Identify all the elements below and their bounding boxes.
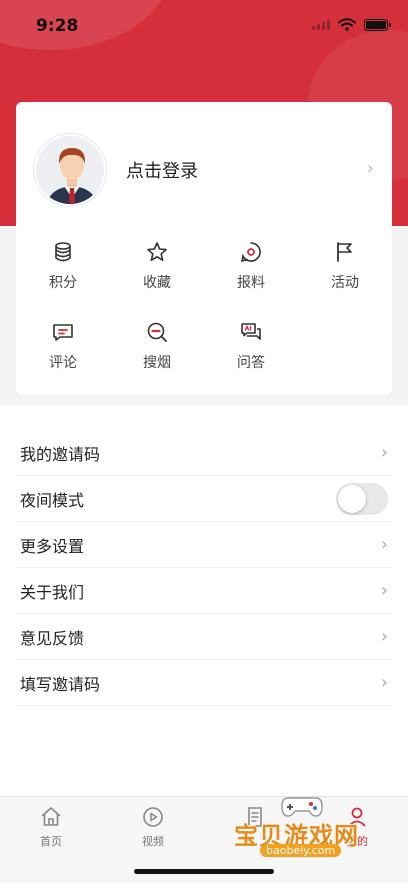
database-icon (55, 242, 71, 262)
login-row[interactable]: 点击登录 › (34, 132, 374, 208)
list-item-my-invite-code[interactable]: 我的邀请码 › (16, 430, 392, 476)
chevron-right-icon: › (380, 534, 388, 555)
play-icon (143, 807, 163, 827)
chevron-right-icon: › (380, 442, 388, 463)
list-item-label: 意见反馈 (20, 628, 85, 648)
grid-item-comments[interactable]: 评论 (16, 316, 110, 396)
login-label[interactable]: 点击登录 (126, 157, 198, 183)
list-item-label: 更多设置 (20, 536, 85, 556)
list-item-label: 填写邀请码 (20, 674, 101, 694)
grid-label: 收藏 (143, 275, 171, 291)
toggle-knob (338, 484, 366, 513)
chevron-right-icon: › (380, 626, 388, 647)
list-item-night-mode: 夜间模式 (16, 476, 392, 522)
comment-icon (53, 324, 73, 341)
grid-label: 问答 (237, 355, 265, 371)
settings-section: 我的邀请码 › 夜间模式 更多设置 › 关于我们 › 意见反馈 › 填写邀请码 … (0, 406, 408, 796)
home-indicator (134, 869, 274, 874)
watermark-url: baobeiy.com (260, 844, 342, 857)
battery-icon (364, 18, 391, 31)
status-indicators (312, 18, 391, 31)
grid-label: 搜烟 (143, 355, 171, 371)
grid-item-points[interactable]: 积分 (16, 236, 110, 316)
grid-item-activity[interactable]: 活动 (298, 236, 392, 316)
grid-label: 积分 (49, 275, 77, 291)
grid-item-report[interactable]: 报料 (204, 236, 298, 316)
cellular-signal-icon (312, 19, 330, 30)
status-time: 9:28 (36, 16, 79, 36)
watermark: 宝贝游戏网 baobeiy.com (232, 792, 382, 862)
grid-label: 报料 (237, 275, 265, 291)
feature-row: 积分 收藏 报料 活动 (16, 236, 392, 316)
user-avatar-icon (36, 136, 104, 204)
wifi-icon (338, 18, 356, 31)
star-icon (147, 242, 167, 261)
grid-label: 评论 (49, 355, 77, 371)
flag-icon (337, 242, 352, 262)
grid-item-search[interactable]: 搜烟 (110, 316, 204, 396)
qa-icon (241, 323, 261, 340)
chevron-right-icon: › (380, 672, 388, 693)
home-icon (41, 807, 61, 826)
feature-grid: 积分 收藏 报料 活动 评论 搜烟 问答 (16, 236, 392, 396)
list-item-about-us[interactable]: 关于我们 › (16, 568, 392, 614)
search-icon (147, 322, 167, 342)
list-item-label: 我的邀请码 (20, 444, 101, 464)
avatar[interactable] (34, 134, 106, 206)
list-item-feedback[interactable]: 意见反馈 › (16, 614, 392, 660)
report-icon (240, 242, 261, 263)
list-item-more-settings[interactable]: 更多设置 › (16, 522, 392, 568)
grid-item-qa[interactable]: 问答 (204, 316, 298, 396)
list-item-enter-invite-code[interactable]: 填写邀请码 › (16, 660, 392, 706)
grid-item-favorites[interactable]: 收藏 (110, 236, 204, 316)
feature-row: 评论 搜烟 问答 (16, 316, 392, 396)
list-item-label: 夜间模式 (20, 490, 85, 510)
tab-home[interactable]: 首页 (0, 797, 102, 883)
grid-label: 活动 (331, 275, 359, 291)
status-bar: 9:28 (0, 0, 408, 52)
list-item-label: 关于我们 (20, 582, 85, 602)
tab-label: 视频 (142, 835, 164, 848)
profile-card: 点击登录 › 积分 收藏 报料 活动 评论 搜烟 问答 (16, 102, 392, 394)
night-mode-toggle[interactable] (336, 482, 388, 515)
tab-label: 首页 (40, 835, 62, 848)
chevron-right-icon: › (380, 580, 388, 601)
chevron-right-icon: › (366, 158, 374, 179)
settings-list: 我的邀请码 › 夜间模式 更多设置 › 关于我们 › 意见反馈 › 填写邀请码 … (16, 430, 392, 706)
